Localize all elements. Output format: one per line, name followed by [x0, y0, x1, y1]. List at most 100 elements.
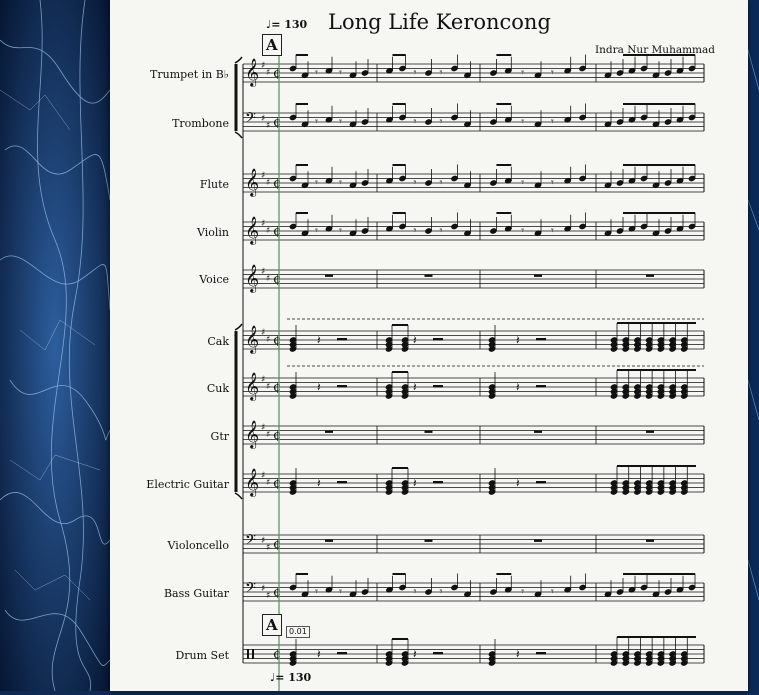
eighth-rest: 𝄾: [414, 66, 417, 79]
composer-name: Indra Nur Muhammad: [595, 44, 715, 56]
sharp-accidental: ♯: [261, 219, 265, 229]
bass-clef-icon: 𝄢: [245, 532, 256, 552]
bass-clef-icon: 𝄢: [245, 580, 256, 600]
sharp-accidental: ♯: [266, 591, 270, 601]
note-head: [399, 223, 406, 230]
note-head: [579, 584, 586, 591]
instrument-label-trumpet: Trumpet in B♭: [150, 68, 229, 81]
whole-rest: [424, 274, 433, 277]
sharp-accidental: ♯: [266, 274, 270, 284]
note-head: [688, 114, 696, 121]
eighth-rest: 𝄾: [414, 585, 417, 598]
cut-time-signature: ¢: [273, 224, 281, 239]
sharp-accidental: ♯: [261, 471, 265, 481]
quarter-rest: 𝄽: [413, 647, 417, 661]
eighth-rest: 𝄾: [315, 176, 318, 189]
sharp-accidental: ♯: [266, 478, 270, 488]
half-rest: [536, 481, 546, 484]
note-head: [361, 119, 369, 125]
note-head: [289, 223, 297, 230]
note-head: [451, 65, 458, 72]
eighth-rest: 𝄾: [440, 115, 443, 128]
note-head: [425, 228, 432, 234]
eighth-rest: 𝄾: [551, 585, 554, 598]
half-rest: [433, 481, 443, 484]
quarter-rest: 𝄽: [317, 333, 321, 347]
instrument-label-flute: Flute: [199, 178, 229, 191]
guitar-bracket: [234, 323, 243, 331]
quarter-rest: 𝄽: [317, 647, 321, 661]
note-head: [640, 223, 648, 230]
eighth-rest: 𝄾: [339, 224, 342, 237]
sharp-accidental: ♯: [266, 382, 270, 392]
note-head: [664, 589, 672, 595]
sharp-accidental: ♯: [266, 543, 270, 553]
eighth-rest: 𝄾: [414, 115, 417, 128]
note-head: [664, 228, 672, 234]
note-head: [289, 175, 297, 182]
eighth-rest: 𝄾: [551, 66, 554, 79]
note-head: [688, 175, 696, 182]
score-page[interactable]: 𝄞 ♯ ♯ ¢ 𝄾 𝄾 𝄾 𝄾 𝄾 𝄾 𝄢 ♯ ♯ ¢ 𝄾 𝄾 𝄾 𝄾 𝄾 𝄾 𝄞 ♯ ♯ ¢ 𝄾 𝄾 𝄾 𝄾 𝄾 𝄾 𝄞 ♯ ♯ ¢ 𝄾 𝄾 𝄾 𝄾 𝄾 𝄾…: [110, 0, 748, 691]
eighth-rest: 𝄾: [315, 115, 318, 128]
note-head: [616, 70, 624, 76]
marble-background-right: [747, 0, 759, 691]
eighth-rest: 𝄾: [315, 585, 318, 598]
half-rest: [337, 338, 347, 341]
treble-clef-icon: 𝄞: [245, 216, 259, 245]
note-head: [399, 584, 406, 591]
note-head: [640, 175, 648, 182]
eighth-rest: 𝄾: [521, 176, 524, 189]
treble-clef-icon: 𝄞: [245, 325, 259, 354]
eighth-rest: 𝄾: [339, 115, 342, 128]
quarter-rest: 𝄽: [516, 476, 520, 490]
note-head: [399, 175, 406, 182]
eighth-rest: 𝄾: [414, 224, 417, 237]
sharp-accidental: ♯: [261, 61, 265, 71]
note-head: [361, 589, 369, 595]
sharp-accidental: ♯: [261, 171, 265, 181]
eighth-rest: 𝄾: [339, 585, 342, 598]
note-head: [616, 119, 624, 125]
eighth-rest: 𝄾: [440, 585, 443, 598]
quarter-rest: 𝄽: [516, 647, 520, 661]
sharp-accidental: ♯: [266, 430, 270, 440]
percussion-clef-icon: [247, 649, 249, 659]
brass-bracket: [234, 56, 243, 64]
treble-clef-icon: 𝄞: [245, 264, 259, 293]
eighth-rest: 𝄾: [521, 66, 524, 79]
cut-time-signature: ¢: [273, 272, 281, 287]
sharp-accidental: ♯: [261, 267, 265, 277]
brass-bracket: [234, 131, 243, 139]
instrument-label-violin: Violin: [196, 226, 229, 239]
instrument-label-trombone: Trombone: [172, 117, 229, 130]
note-head: [289, 65, 297, 72]
instrument-label-violoncello: Violoncello: [167, 539, 229, 552]
note-head: [425, 180, 432, 186]
sharp-accidental: ♯: [261, 423, 265, 433]
whole-rest: [646, 274, 654, 277]
eighth-rest: 𝄾: [339, 66, 342, 79]
treble-clef-icon: 𝄞: [245, 372, 259, 401]
eighth-rest: 𝄾: [315, 224, 318, 237]
treble-clef-icon: 𝄞: [245, 420, 259, 449]
whole-rest: [325, 430, 333, 433]
instrument-label-drum-set: Drum Set: [175, 649, 229, 662]
cut-time-signature: ¢: [273, 115, 281, 130]
instrument-label-gtr: Gtr: [210, 430, 229, 443]
eighth-rest: 𝄾: [551, 176, 554, 189]
sharp-accidental: ♯: [261, 328, 265, 338]
half-rest: [433, 385, 443, 388]
note-head: [425, 70, 432, 76]
note-head: [399, 114, 406, 121]
note-head: [451, 114, 458, 121]
rehearsal-mark-top: A: [262, 34, 282, 56]
note-head: [289, 114, 297, 121]
instrument-label-cak: Cak: [207, 335, 229, 348]
score-title: Long Life Keroncong: [328, 10, 551, 34]
whole-rest: [534, 539, 542, 542]
half-rest: [433, 652, 443, 655]
cut-time-signature: ¢: [273, 428, 281, 443]
quarter-rest: 𝄽: [516, 380, 520, 394]
sharp-accidental: ♯: [261, 584, 265, 594]
